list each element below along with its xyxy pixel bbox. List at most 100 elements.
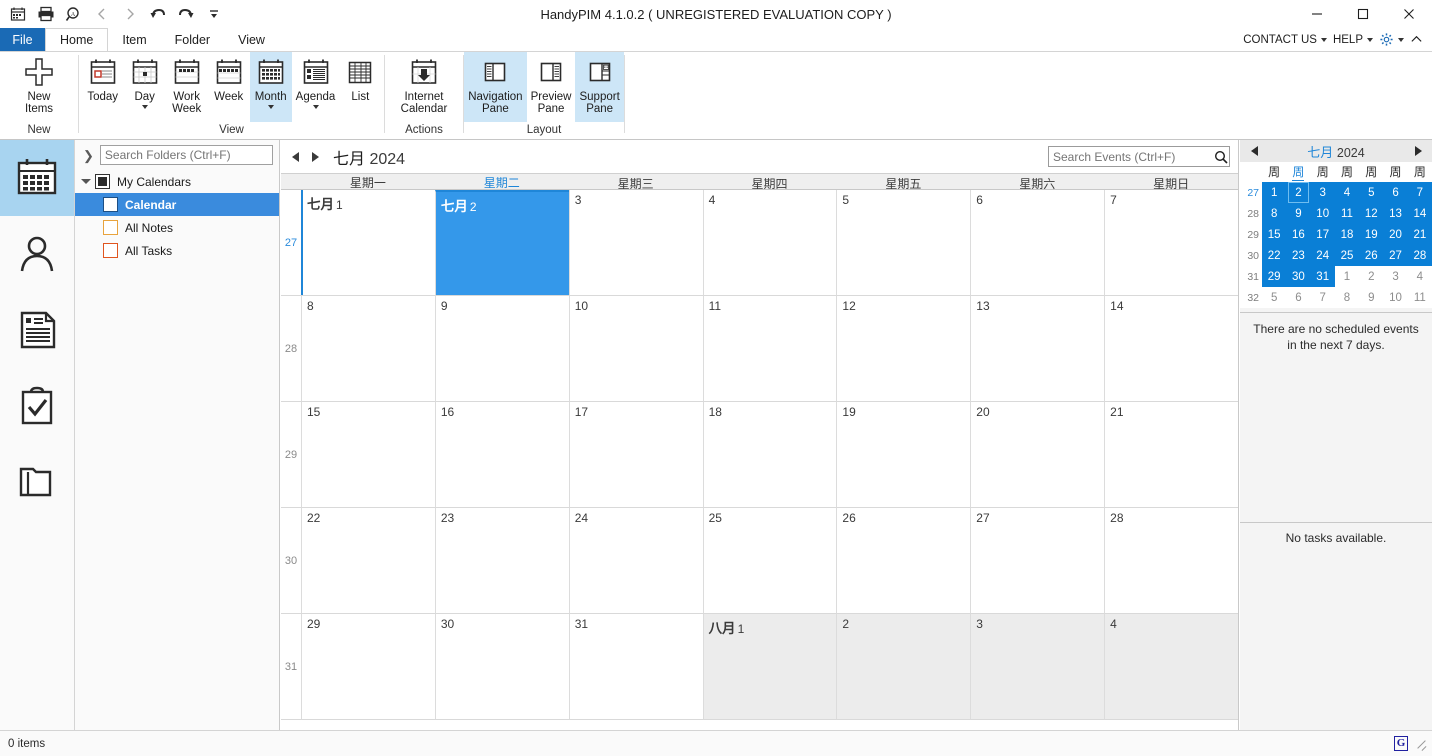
print-icon[interactable] bbox=[32, 1, 60, 27]
mini-day-cell[interactable]: 9 bbox=[1359, 287, 1384, 308]
mini-day-cell[interactable]: 28 bbox=[1407, 245, 1432, 266]
mini-day-cell[interactable]: 1 bbox=[1262, 182, 1287, 203]
calendar-day-cell[interactable]: 9 bbox=[434, 296, 569, 402]
mini-day-cell[interactable]: 1 bbox=[1334, 266, 1360, 287]
tree-item-my-calendars[interactable]: My Calendars bbox=[75, 170, 279, 193]
mini-day-cell[interactable]: 5 bbox=[1262, 287, 1287, 308]
support-pane-button[interactable]: Support Pane bbox=[575, 52, 624, 122]
calendar-day-cell[interactable]: 11 bbox=[702, 296, 837, 402]
calendar-day-cell[interactable]: 3 bbox=[568, 190, 703, 296]
calendar-day-cell[interactable]: 4 bbox=[702, 190, 837, 296]
forward-icon[interactable] bbox=[116, 1, 144, 27]
calendar-day-cell[interactable]: 18 bbox=[702, 402, 837, 508]
mini-day-cell[interactable]: 19 bbox=[1359, 224, 1384, 245]
calendar-day-cell[interactable]: 15 bbox=[301, 402, 435, 508]
calendar-day-cell[interactable]: 29 bbox=[301, 614, 435, 720]
mini-day-cell[interactable]: 9 bbox=[1286, 203, 1311, 224]
view-day-button[interactable]: Day bbox=[124, 52, 166, 122]
mini-day-cell[interactable]: 10 bbox=[1310, 203, 1335, 224]
mini-day-cell[interactable]: 2 bbox=[1286, 182, 1311, 203]
minimize-button[interactable] bbox=[1294, 0, 1340, 28]
calendar-day-cell[interactable]: 13 bbox=[970, 296, 1105, 402]
calendar-day-cell[interactable]: 21 bbox=[1104, 402, 1238, 508]
calendar-day-cell[interactable]: 19 bbox=[836, 402, 971, 508]
mini-day-cell[interactable]: 7 bbox=[1310, 287, 1335, 308]
view-agenda-button[interactable]: Agenda bbox=[292, 52, 340, 122]
mini-day-cell[interactable]: 2 bbox=[1359, 266, 1384, 287]
mini-day-cell[interactable]: 27 bbox=[1383, 245, 1408, 266]
contact-us-link[interactable]: CONTACT US bbox=[1240, 28, 1330, 51]
calendar-day-cell[interactable]: 2 bbox=[836, 614, 971, 720]
new-items-button[interactable]: New Items bbox=[13, 52, 65, 122]
navigation-pane-button[interactable]: Navigation Pane bbox=[464, 52, 527, 122]
calendar-day-cell[interactable]: 31 bbox=[568, 614, 703, 720]
chevron-right-icon[interactable]: ❯ bbox=[83, 149, 94, 162]
mini-day-cell[interactable]: 13 bbox=[1383, 203, 1408, 224]
calendar-day-cell[interactable]: 12 bbox=[836, 296, 971, 402]
mini-prev-button[interactable] bbox=[1246, 146, 1262, 156]
settings-button[interactable] bbox=[1376, 28, 1407, 51]
mini-next-button[interactable] bbox=[1410, 146, 1426, 156]
calendar-day-cell[interactable]: 23 bbox=[434, 508, 569, 614]
checkbox-all-notes[interactable] bbox=[103, 220, 118, 235]
mini-day-cell[interactable]: 30 bbox=[1286, 266, 1311, 287]
nav-folders[interactable] bbox=[0, 444, 74, 520]
calendar-day-cell[interactable]: 25 bbox=[702, 508, 837, 614]
mini-day-cell[interactable]: 8 bbox=[1334, 287, 1360, 308]
calendar-day-cell[interactable]: 14 bbox=[1104, 296, 1238, 402]
tree-item-all-notes[interactable]: All Notes bbox=[75, 216, 279, 239]
calendar-day-cell[interactable]: 27 bbox=[970, 508, 1105, 614]
nav-notes[interactable] bbox=[0, 292, 74, 368]
mini-day-cell[interactable]: 14 bbox=[1407, 203, 1432, 224]
customize-qat-icon[interactable] bbox=[200, 1, 228, 27]
mini-day-cell[interactable]: 24 bbox=[1310, 245, 1335, 266]
mini-day-cell[interactable]: 21 bbox=[1407, 224, 1432, 245]
mini-day-cell[interactable]: 15 bbox=[1262, 224, 1287, 245]
calendar-day-cell[interactable]: 4 bbox=[1104, 614, 1238, 720]
search-folders-input[interactable] bbox=[99, 145, 273, 165]
calendar-day-cell[interactable]: 七月 1 bbox=[301, 190, 435, 296]
mini-day-cell[interactable]: 16 bbox=[1286, 224, 1311, 245]
collapse-ribbon-button[interactable] bbox=[1407, 28, 1426, 51]
calendar-icon[interactable] bbox=[4, 1, 32, 27]
mini-day-cell[interactable]: 26 bbox=[1359, 245, 1384, 266]
mini-day-cell[interactable]: 29 bbox=[1262, 266, 1287, 287]
redo-icon[interactable] bbox=[172, 1, 200, 27]
resize-grip[interactable] bbox=[1414, 738, 1426, 750]
help-link[interactable]: HELP bbox=[1330, 28, 1376, 51]
calendar-day-cell[interactable]: 28 bbox=[1104, 508, 1238, 614]
mini-day-cell[interactable]: 6 bbox=[1286, 287, 1311, 308]
view-work-week-button[interactable]: Work Week bbox=[166, 52, 208, 122]
calendar-day-cell[interactable]: 20 bbox=[970, 402, 1105, 508]
prev-month-button[interactable] bbox=[285, 145, 305, 169]
undo-icon[interactable] bbox=[144, 1, 172, 27]
expand-triangle-icon[interactable] bbox=[81, 179, 91, 184]
print-preview-icon[interactable]: A bbox=[60, 1, 88, 27]
checkbox-calendar[interactable] bbox=[103, 197, 118, 212]
mini-day-cell[interactable]: 10 bbox=[1383, 287, 1408, 308]
checkbox-my-calendars[interactable] bbox=[95, 174, 110, 189]
view-week-button[interactable]: Week bbox=[208, 52, 250, 122]
calendar-day-cell[interactable]: 16 bbox=[434, 402, 569, 508]
calendar-day-cell[interactable]: 八月 1 bbox=[702, 614, 837, 720]
mini-day-cell[interactable]: 11 bbox=[1334, 203, 1360, 224]
magnifier-icon[interactable] bbox=[1212, 150, 1229, 164]
calendar-day-cell[interactable]: 17 bbox=[568, 402, 703, 508]
nav-calendar[interactable] bbox=[0, 140, 74, 216]
mini-day-cell[interactable]: 12 bbox=[1359, 203, 1384, 224]
tree-item-calendar[interactable]: Calendar bbox=[75, 193, 279, 216]
tree-item-all-tasks[interactable]: All Tasks bbox=[75, 239, 279, 262]
mini-day-cell[interactable]: 4 bbox=[1334, 182, 1360, 203]
mini-day-cell[interactable]: 22 bbox=[1262, 245, 1287, 266]
mini-day-cell[interactable]: 18 bbox=[1334, 224, 1360, 245]
view-today-button[interactable]: Today bbox=[82, 52, 124, 122]
mini-day-cell[interactable]: 3 bbox=[1383, 266, 1408, 287]
maximize-button[interactable] bbox=[1340, 0, 1386, 28]
internet-calendar-button[interactable]: Internet Calendar bbox=[397, 52, 452, 122]
mini-day-cell[interactable]: 23 bbox=[1286, 245, 1311, 266]
mini-day-cell[interactable]: 25 bbox=[1334, 245, 1360, 266]
preview-pane-button[interactable]: Preview Pane bbox=[527, 52, 576, 122]
calendar-day-cell[interactable]: 24 bbox=[568, 508, 703, 614]
tab-view[interactable]: View bbox=[224, 28, 279, 51]
calendar-day-cell[interactable]: 5 bbox=[836, 190, 971, 296]
